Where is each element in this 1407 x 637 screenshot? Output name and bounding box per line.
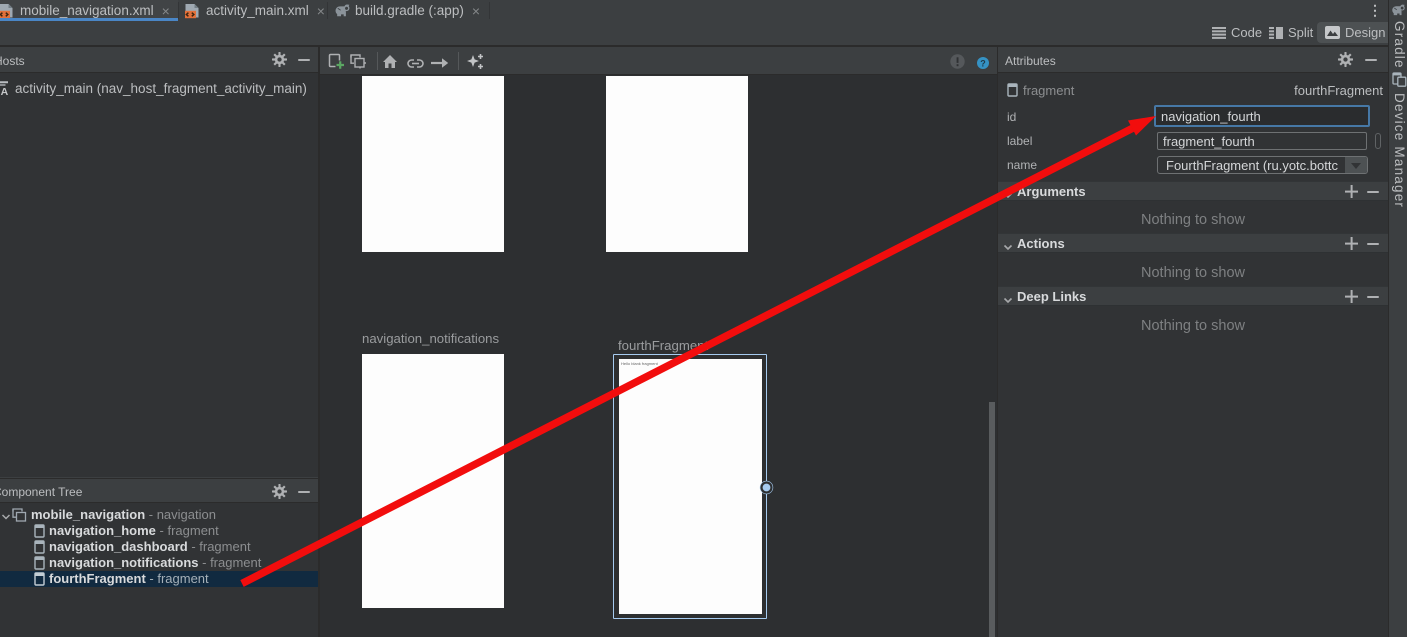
svg-text:?: ? (980, 58, 986, 68)
svg-text:A: A (1, 86, 9, 96)
